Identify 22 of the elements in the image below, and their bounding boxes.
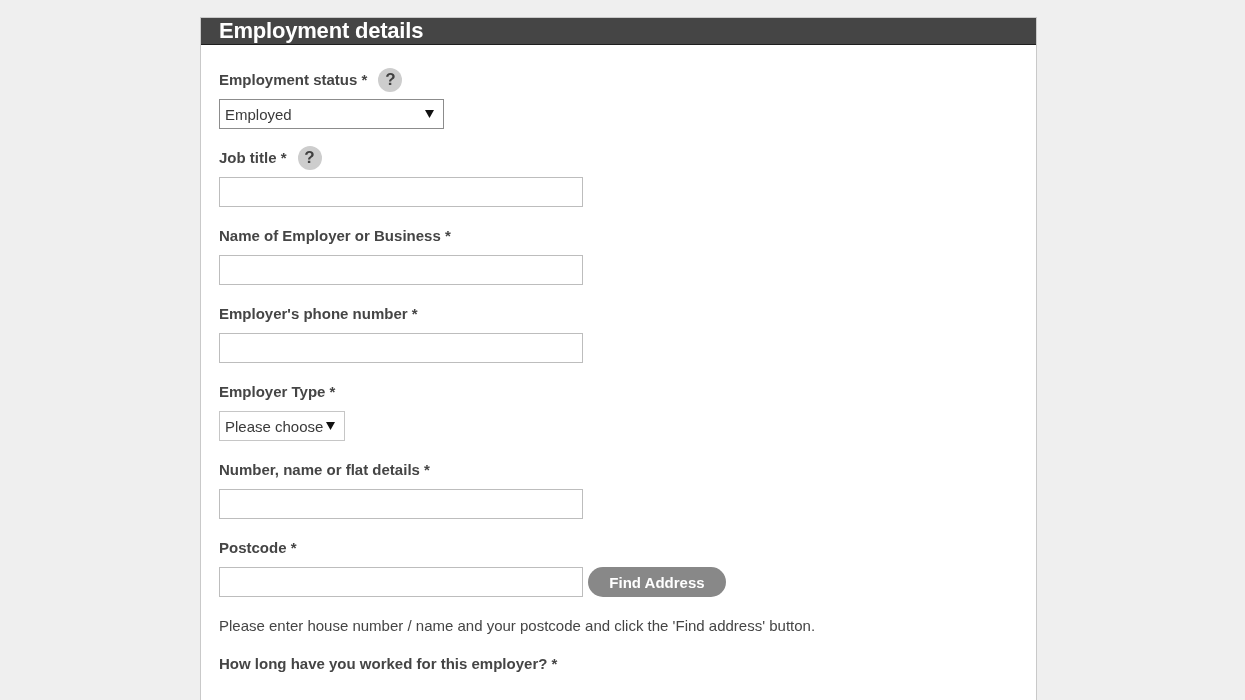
field-label: Postcode * (219, 539, 297, 557)
input-field[interactable] (219, 489, 583, 519)
field-label: Employer Type * (219, 383, 336, 401)
field-label: How long have you worked for this employer? * (219, 655, 558, 673)
input-field[interactable] (219, 177, 583, 207)
field-label: Employment status * (219, 71, 368, 89)
section-title: Employment details (201, 18, 1036, 45)
input-field[interactable] (219, 333, 583, 363)
dropdown[interactable]: Employed (219, 99, 444, 129)
find-address-button[interactable]: Find Address (588, 567, 726, 597)
input-field[interactable] (219, 255, 583, 285)
field-label: Job title * (219, 149, 287, 167)
help-icon[interactable]: ? (297, 146, 322, 170)
help-icon[interactable]: ? (378, 68, 403, 92)
caret-icon (326, 422, 336, 430)
input-field[interactable] (219, 567, 583, 597)
field-label: Employer's phone number * (219, 305, 418, 323)
field-label: Name of Employer or Business * (219, 227, 451, 245)
caret-icon (425, 110, 434, 118)
field-label: Number, name or flat details * (219, 461, 430, 479)
hint-text: Please enter house number / name and your postcode and click the 'Find address' button. (219, 617, 816, 635)
dropdown[interactable]: Please choose (219, 411, 346, 441)
